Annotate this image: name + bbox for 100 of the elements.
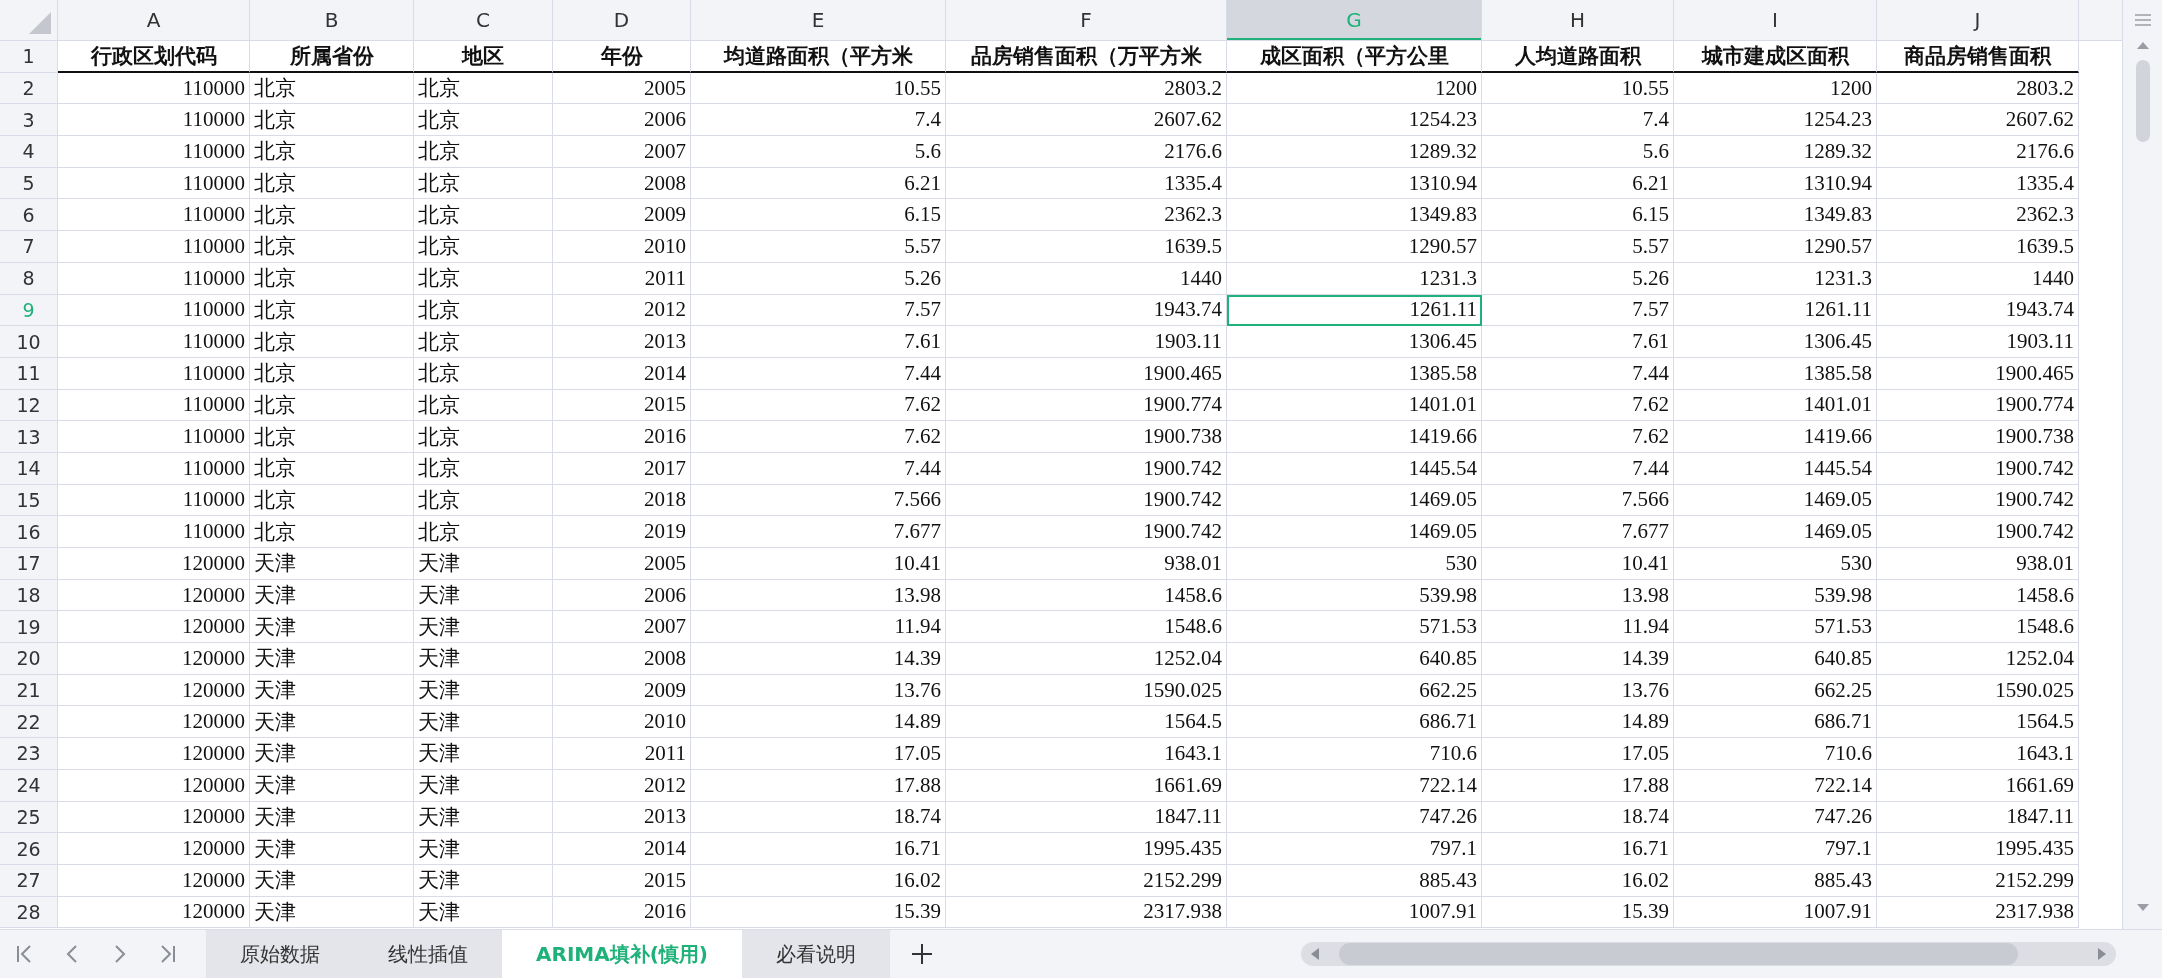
- row-header[interactable]: 1: [0, 41, 58, 73]
- table-cell: 1900.742: [946, 484, 1227, 517]
- table-cell: 1943.74: [946, 294, 1227, 327]
- row-header[interactable]: 28: [0, 896, 58, 929]
- table-cell: 北京: [250, 199, 414, 232]
- vertical-scrollbar-thumb[interactable]: [2135, 60, 2150, 142]
- table-cell: 7.61: [1482, 326, 1674, 358]
- table-cell: 7.61: [691, 326, 946, 358]
- row-header[interactable]: 11: [0, 357, 58, 390]
- column-header[interactable]: H: [1482, 0, 1674, 41]
- table-cell: 2009: [553, 199, 691, 232]
- table-cell: 885.43: [1674, 864, 1877, 897]
- table-cell: 北京: [250, 167, 414, 200]
- table-cell: 5.6: [691, 136, 946, 168]
- table-cell: 7.62: [1482, 421, 1674, 453]
- table-cell: 天津: [414, 674, 553, 707]
- scroll-right-icon[interactable]: [2098, 948, 2106, 960]
- table-cell: 1903.11: [946, 326, 1227, 358]
- table-cell: 北京: [250, 294, 414, 327]
- scroll-up-icon[interactable]: [2135, 40, 2150, 50]
- table-cell: 7.62: [1482, 389, 1674, 422]
- row-header[interactable]: 14: [0, 452, 58, 485]
- row-header[interactable]: 19: [0, 611, 58, 644]
- row-header[interactable]: 8: [0, 262, 58, 295]
- table-cell: 110000: [58, 72, 250, 105]
- table-cell: 北京: [250, 72, 414, 105]
- table-cell: 539.98: [1227, 579, 1482, 612]
- column-header[interactable]: B: [250, 0, 414, 41]
- row-header[interactable]: 18: [0, 579, 58, 612]
- split-handle-icon[interactable]: [2133, 12, 2152, 28]
- table-cell: 530: [1227, 548, 1482, 580]
- table-cell: 6.15: [691, 199, 946, 232]
- table-cell: 110000: [58, 516, 250, 548]
- row-header[interactable]: 24: [0, 769, 58, 802]
- horizontal-scrollbar-thumb[interactable]: [1339, 943, 2018, 965]
- row-header[interactable]: 23: [0, 738, 58, 770]
- table-cell: 16.71: [1482, 833, 1674, 865]
- row-header[interactable]: 2: [0, 72, 58, 105]
- row-header[interactable]: 4: [0, 136, 58, 168]
- sheet-tab[interactable]: 线性插值: [354, 930, 502, 978]
- column-header[interactable]: I: [1674, 0, 1877, 41]
- sheet-tab[interactable]: 必看说明: [742, 930, 890, 978]
- column-header[interactable]: E: [691, 0, 946, 41]
- table-cell: 2006: [553, 104, 691, 137]
- table-cell: 天津: [414, 833, 553, 865]
- table-cell: 14.39: [691, 643, 946, 675]
- table-cell: 天津: [414, 801, 553, 834]
- table-cell: 北京: [414, 104, 553, 137]
- horizontal-scrollbar[interactable]: [1301, 942, 2116, 966]
- row-header[interactable]: 16: [0, 516, 58, 548]
- table-cell: 1469.05: [1674, 516, 1877, 548]
- table-cell: 北京: [250, 484, 414, 517]
- table-cell: 北京: [414, 452, 553, 485]
- table-cell: 13.98: [1482, 579, 1674, 612]
- table-cell: 2005: [553, 72, 691, 105]
- table-cell: 1548.6: [946, 611, 1227, 644]
- row-header[interactable]: 13: [0, 421, 58, 453]
- table-cell: 5.57: [691, 231, 946, 263]
- row-header[interactable]: 22: [0, 706, 58, 739]
- row-header[interactable]: 25: [0, 801, 58, 834]
- column-header[interactable]: F: [946, 0, 1227, 41]
- row-header[interactable]: 26: [0, 833, 58, 865]
- row-header[interactable]: 5: [0, 167, 58, 200]
- sheet-tab[interactable]: 原始数据: [206, 930, 354, 978]
- table-cell: 1469.05: [1227, 516, 1482, 548]
- table-cell: 7.57: [1482, 294, 1674, 327]
- row-header[interactable]: 12: [0, 389, 58, 422]
- row-header[interactable]: 6: [0, 199, 58, 232]
- table-cell: 1900.465: [946, 357, 1227, 390]
- select-all-corner[interactable]: [0, 0, 58, 41]
- row-header[interactable]: 7: [0, 231, 58, 263]
- column-header[interactable]: J: [1877, 0, 2079, 41]
- table-cell: 2006: [553, 579, 691, 612]
- table-cell: 797.1: [1674, 833, 1877, 865]
- table-cell: 885.43: [1227, 864, 1482, 897]
- table-cell: 北京: [414, 421, 553, 453]
- column-header[interactable]: A: [58, 0, 250, 41]
- table-cell: 640.85: [1674, 643, 1877, 675]
- row-header[interactable]: 15: [0, 484, 58, 517]
- row-header[interactable]: 20: [0, 643, 58, 675]
- row-header[interactable]: 3: [0, 104, 58, 137]
- row-header[interactable]: 17: [0, 548, 58, 580]
- scroll-left-icon[interactable]: [1311, 948, 1319, 960]
- row-header[interactable]: 27: [0, 864, 58, 897]
- table-cell: 530: [1674, 548, 1877, 580]
- table-cell: 17.88: [1482, 769, 1674, 802]
- row-header[interactable]: 21: [0, 674, 58, 707]
- table-cell: 北京: [414, 326, 553, 358]
- row-header[interactable]: 10: [0, 326, 58, 358]
- column-header[interactable]: D: [553, 0, 691, 41]
- table-cell: 天津: [250, 896, 414, 929]
- table-cell: 北京: [250, 389, 414, 422]
- table-cell: 7.57: [691, 294, 946, 327]
- table-cell: 1440: [946, 262, 1227, 295]
- table-cell: 天津: [414, 864, 553, 897]
- scroll-down-icon[interactable]: [2135, 903, 2150, 913]
- table-cell: 11.94: [691, 611, 946, 644]
- table-cell: 2014: [553, 357, 691, 390]
- column-header[interactable]: C: [414, 0, 553, 41]
- table-cell: 686.71: [1227, 706, 1482, 739]
